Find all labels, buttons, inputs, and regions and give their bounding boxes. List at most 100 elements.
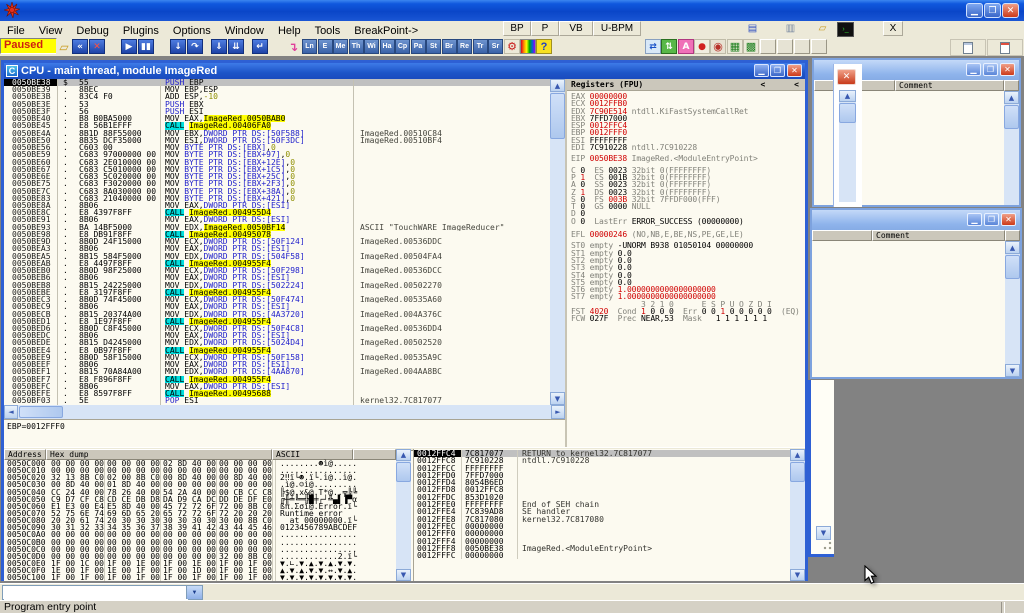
maximize-button[interactable]: ❐ (983, 63, 998, 76)
notes-button[interactable] (950, 39, 986, 56)
pane-button-cp[interactable]: Cp (395, 39, 410, 54)
scroll-thumb[interactable] (1004, 105, 1019, 129)
scroll-up-button[interactable]: ▲ (1005, 241, 1020, 254)
plugin-close-button[interactable]: X (883, 21, 903, 36)
blank-button-2[interactable] (777, 39, 793, 54)
scroll-thumb[interactable] (550, 93, 565, 139)
disasm-row[interactable]: 0050BEFE.E8 8597F8FFCALL ImageRed.004956… (4, 390, 550, 397)
scroll-thumb[interactable] (839, 103, 856, 123)
disasm-row[interactable]: 0050BE3B.83C4 F0ADD ESP,-10 (4, 93, 550, 100)
disasm-row[interactable]: 0050BE7C.C683 8A030000 00MOV BYTE PTR DS… (4, 188, 550, 195)
tiles-icon[interactable]: ▩ (743, 39, 759, 54)
document-gray-icon[interactable]: ▥ (783, 22, 798, 35)
goto-icon[interactable]: ↴ (285, 39, 301, 54)
close-icon[interactable]: ✕ (837, 69, 856, 85)
scrollbar[interactable]: ▲ ▼ (1005, 241, 1020, 377)
disasm-vertical-scrollbar[interactable]: ▲ ▼ (550, 79, 565, 405)
plugin-button-bp[interactable]: BP (503, 21, 531, 36)
registers-header-marks[interactable]: < < (760, 80, 799, 90)
play-icon[interactable]: ▶ (121, 39, 137, 54)
maximize-button[interactable]: ❐ (984, 3, 1001, 18)
help-icon[interactable]: ? (536, 39, 552, 54)
folder-icon[interactable]: ▱ (815, 22, 830, 35)
trace-log-icon[interactable]: ◉ (710, 39, 726, 54)
disasm-row[interactable]: 0050BEDC.8B06MOV EAX,DWORD PTR DS:[ESI] (4, 332, 550, 339)
disasm-row[interactable]: 0050BE3F.56PUSH ESI (4, 108, 550, 115)
pane-button-re[interactable]: Re (457, 39, 472, 54)
pane-button-e[interactable]: E (318, 39, 333, 54)
register-line[interactable]: EIP 0050BE38 ImageRed.<ModuleEntryPoint> (571, 155, 805, 162)
disasm-row[interactable]: 0050BEC3.8B0D 74F45000MOV ECX,DWORD PTR … (4, 296, 550, 303)
scrollbar[interactable]: ▲ (1004, 91, 1019, 205)
plugin-button-p[interactable]: P (531, 21, 559, 36)
register-line[interactable]: T 0 GS 0000 NULL (571, 203, 805, 210)
pane-button-me[interactable]: Me (333, 39, 348, 54)
blank-button-3[interactable] (794, 39, 810, 54)
disasm-row[interactable]: 0050BED6.8B0D C8F45000MOV ECX,DWORD PTR … (4, 325, 550, 332)
disasm-row[interactable]: 0050BE50.8B35 DCF35000MOV ESI,DWORD PTR … (4, 137, 550, 144)
pane-button-ha[interactable]: Ha (380, 39, 395, 54)
disasm-row[interactable]: 0050BE98.E8 DB91F8FFCALL ImageRed.004950… (4, 231, 550, 238)
appearance-icon[interactable] (520, 39, 536, 54)
disasm-row[interactable]: 0050BEBE.E8 3197F8FFCALL ImageRed.004955… (4, 289, 550, 296)
disasm-row[interactable]: 0050BEA3.8B06MOV EAX,DWORD PTR DS:[ESI] (4, 245, 550, 252)
cpu-window-titlebar[interactable]: C CPU - main thread, module ImageRed ▁ ❐… (4, 63, 805, 79)
disasm-row[interactable]: 0050BE60.C683 2E010000 00MOV BYTE PTR DS… (4, 159, 550, 166)
breakpoint-dot-icon[interactable]: ● (694, 39, 710, 54)
disasm-row[interactable]: 0050BEFC.8B06MOV EAX,DWORD PTR DS:[ESI] (4, 383, 550, 390)
disasm-row[interactable]: 0050BE39.8BECMOV EBP,ESP (4, 86, 550, 93)
pane-button-th[interactable]: Th (349, 39, 364, 54)
assemble-icon[interactable]: A (678, 39, 694, 54)
pane-button-br[interactable]: Br (442, 39, 457, 54)
disasm-row[interactable]: 0050BEAB.E8 4497F8FFCALL ImageRed.004955… (4, 260, 550, 267)
execute-till-return-icon[interactable]: ↵ (252, 39, 268, 54)
disasm-row[interactable]: 0050BEEF.8B06MOV EAX,DWORD PTR DS:[ESI] (4, 361, 550, 368)
scroll-down-button[interactable]: ▼ (396, 569, 411, 581)
scroll-down-button[interactable]: ▼ (550, 392, 565, 405)
swap-actual-icon[interactable]: ⇄ (645, 39, 661, 54)
scroll-thumb[interactable] (19, 406, 63, 418)
minimize-button[interactable]: ▁ (967, 213, 982, 226)
disasm-row[interactable]: 0050BEB8.8B15 24225000MOV EDX,DWORD PTR … (4, 282, 550, 289)
disasm-row[interactable]: 0050BE8A.8B06MOV EAX,DWORD PTR DS:[ESI] (4, 202, 550, 209)
register-line[interactable]: FCW 027F Prec NEAR,53 Mask 1 1 1 1 1 1 (571, 315, 805, 322)
disasm-row[interactable]: 0050BE67.C683 C5010000 00MOV BYTE PTR DS… (4, 166, 550, 173)
open-icon[interactable]: ▱ (56, 39, 72, 54)
disasm-row[interactable]: 0050BE40.B8 B0BA5000MOV EAX,ImageRed.005… (4, 115, 550, 122)
disasm-row[interactable]: 0050BEB0.8B0D 98F25000MOV ECX,DWORD PTR … (4, 267, 550, 274)
scroll-thumb[interactable] (396, 462, 411, 482)
patches-icon[interactable]: ▦ (727, 39, 743, 54)
scroll-left-button[interactable]: ◄ (4, 405, 18, 419)
maximize-button[interactable]: ❐ (984, 213, 999, 226)
disasm-row[interactable]: 0050BEF7.E8 F896F8FFCALL ImageRed.004955… (4, 376, 550, 383)
disasm-row[interactable]: 0050BE45.E8 56B1EFFFCALL ImageRed.00406F… (4, 122, 550, 129)
disasm-row[interactable]: 0050BE59.C683 97000000 00MOV BYTE PTR DS… (4, 151, 550, 158)
pane-button-st[interactable]: St (426, 39, 441, 54)
document-blue-icon[interactable]: ▤ (745, 22, 760, 35)
scroll-down-button[interactable]: ▼ (790, 569, 805, 581)
scroll-up-button[interactable]: ▲ (550, 79, 565, 92)
disasm-row[interactable]: 0050BE38$55PUSH EBP (4, 79, 550, 86)
disasm-row[interactable]: 0050BE8C.E8 4397F8FFCALL ImageRed.004955… (4, 209, 550, 216)
scroll-up-button[interactable]: ▲ (839, 90, 856, 102)
register-line[interactable]: O 0 LastErr ERROR_SUCCESS (00000000) (571, 218, 805, 225)
disasm-row[interactable]: 0050BEDE.8B15 D4245000MOV EDX,DWORD PTR … (4, 339, 550, 346)
scroll-right-button[interactable]: ► (551, 405, 565, 419)
blank-button-1[interactable] (760, 39, 776, 54)
comment-window-bottom-titlebar[interactable]: ▁ ❐ ✕ (812, 210, 1020, 230)
disasm-row[interactable]: 0050BEB6.8B06MOV EAX,DWORD PTR DS:[ESI] (4, 274, 550, 281)
disasm-row[interactable]: 0050BE4A.8B1D 88F55000MOV EBX,DWORD PTR … (4, 130, 550, 137)
trace-over-icon[interactable]: ⇊ (228, 39, 244, 54)
trace-into-icon[interactable]: ⇓ (211, 39, 227, 54)
run-trace-icon[interactable]: ⇅ (661, 39, 677, 54)
dump-vertical-scrollbar[interactable]: ▲ ▼ (396, 449, 411, 581)
disasm-row[interactable]: 0050BE6E.C683 5C020000 00MOV BYTE PTR DS… (4, 173, 550, 180)
disasm-row[interactable]: 0050BE3E.53PUSH EBX (4, 101, 550, 108)
register-line[interactable]: EFL 00000246 (NO,NB,E,BE,NS,PE,GE,LE) (571, 231, 805, 238)
disasm-row[interactable]: 0050BE9D.8B0D 24F15000MOV ECX,DWORD PTR … (4, 238, 550, 245)
pause-icon[interactable]: ▮▮ (138, 39, 154, 54)
resize-grip[interactable] (821, 540, 833, 552)
disasm-row[interactable]: 0050BE75.C683 F3020000 00MOV BYTE PTR DS… (4, 180, 550, 187)
options-gear-icon[interactable]: ⚙ (504, 39, 520, 54)
disasm-row[interactable]: 0050BE93.BA 14BF5000MOV EDX,ImageRed.005… (4, 224, 550, 231)
